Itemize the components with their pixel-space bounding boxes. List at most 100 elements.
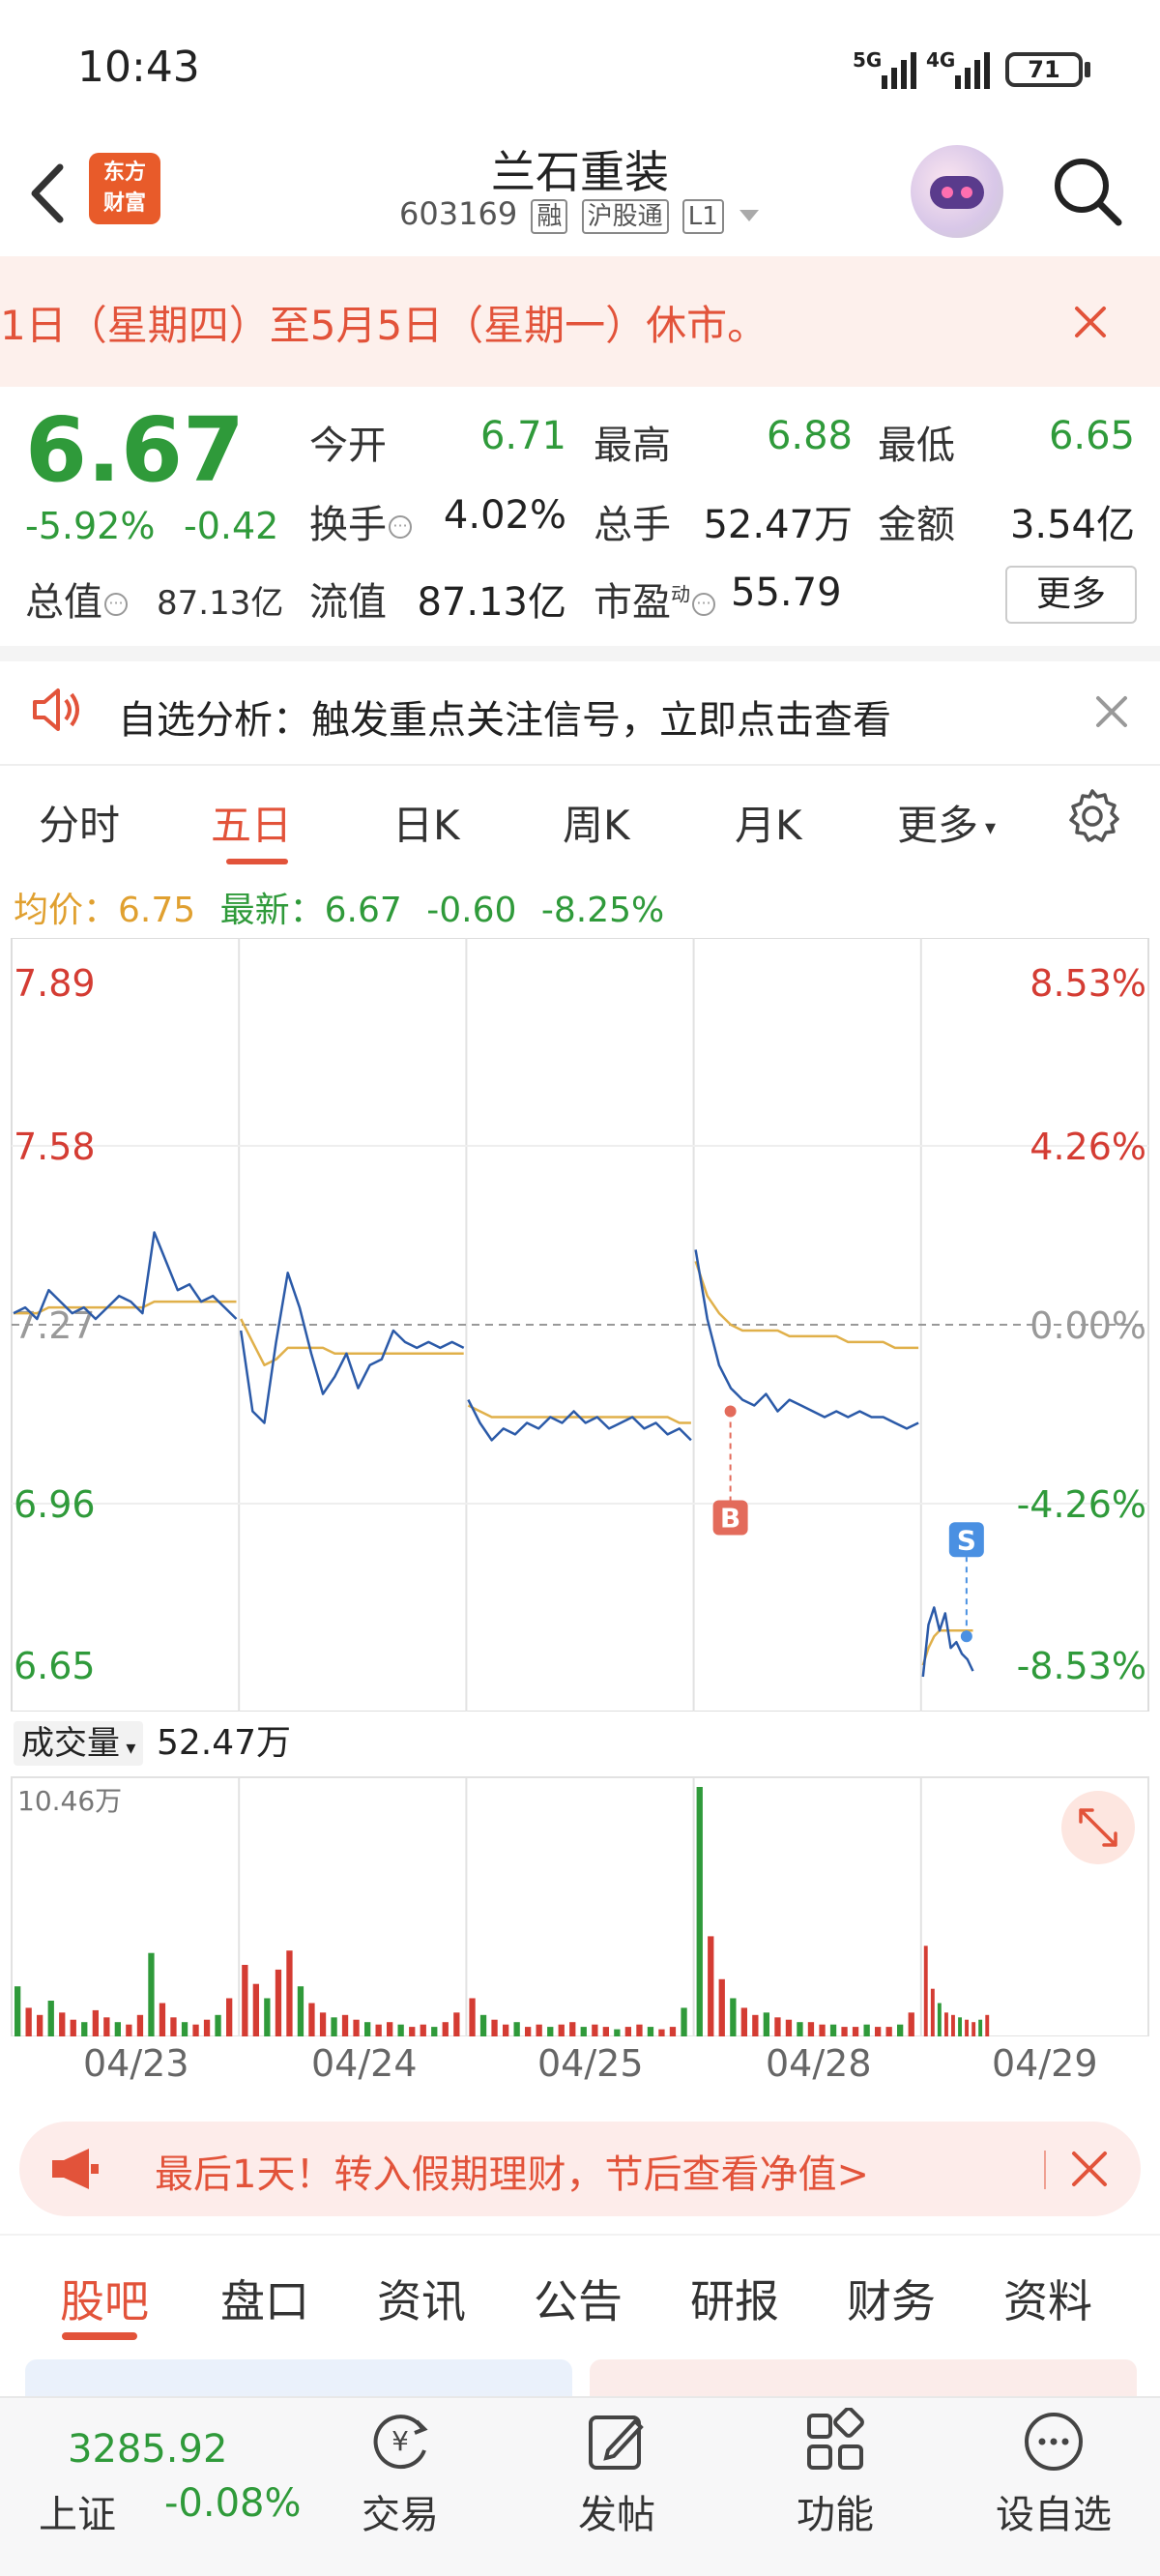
active-tab-indicator — [62, 2332, 137, 2340]
volume-chart[interactable]: 10.46万 — [0, 1775, 1160, 2036]
nav-functions[interactable]: 功能 — [758, 2408, 913, 2562]
y-right-tick: 4.26% — [1030, 1126, 1146, 1168]
stock-code: 603169 — [399, 195, 518, 232]
volume-bar — [14, 1986, 21, 2036]
index-value[interactable]: 3285.92 — [68, 2427, 227, 2472]
date-axis: 04/23 04/24 04/25 04/28 04/29 — [0, 2042, 1160, 2091]
robot-assistant-icon[interactable] — [911, 145, 1003, 238]
close-icon[interactable] — [1063, 295, 1117, 349]
open-label: 今开 — [309, 424, 387, 468]
volume-bar — [681, 2007, 687, 2036]
tab-research[interactable]: 研报 — [690, 2267, 779, 2330]
volume-bar — [785, 2019, 793, 2036]
tab-news[interactable]: 资讯 — [377, 2267, 466, 2330]
volume-bar — [47, 2001, 54, 2036]
volume-bar — [763, 2012, 769, 2036]
volume-bar — [829, 2024, 837, 2036]
volume-bar — [215, 2014, 221, 2036]
tab-financials[interactable]: 财务 — [847, 2267, 936, 2330]
price-line — [467, 1399, 692, 1442]
tab-five-day[interactable]: 五日 — [211, 793, 292, 852]
volume-bar — [718, 1978, 725, 2036]
active-tab-indicator — [226, 859, 288, 864]
volume-bar — [536, 2024, 542, 2036]
y-right-tick: 8.53% — [1030, 962, 1146, 1005]
volume-bar — [592, 2024, 598, 2036]
volume-bar — [503, 2024, 509, 2036]
change-percent: -5.92% — [25, 505, 156, 547]
tab-announcements[interactable]: 公告 — [534, 2267, 623, 2330]
volume-bar — [513, 2022, 520, 2036]
volume-bar — [708, 1936, 714, 2036]
last-value: 6.67 — [324, 891, 402, 930]
five-day-price-chart[interactable]: 7.89 8.53% 7.58 4.26% 7.27 0.00% 6.96 -4.26% 6.6… — [0, 938, 1160, 1712]
tab-monthly-k[interactable]: 月K — [735, 793, 802, 852]
more-quote-button[interactable]: 更多 — [1005, 566, 1137, 624]
content-card-peek[interactable] — [590, 2359, 1137, 2398]
volume-bar — [923, 1946, 928, 2036]
tab-daily-k[interactable]: 日K — [392, 793, 460, 852]
avg-price-line — [694, 1260, 919, 1350]
tab-weekly-k[interactable]: 周K — [563, 793, 630, 852]
marker-dot — [724, 1405, 737, 1418]
promo-banner[interactable]: 最后1天！转入假期理财，节后查看净值> — [19, 2122, 1141, 2216]
volume-selector[interactable]: 成交量 ▾ — [14, 1721, 144, 1766]
close-icon[interactable] — [1069, 2149, 1110, 2189]
tab-orderbook[interactable]: 盘口 — [220, 2267, 309, 2330]
volume-bar — [70, 2019, 76, 2036]
volume-bar — [81, 2022, 88, 2036]
volume-bar — [752, 2014, 759, 2036]
avg-label: 均价： — [14, 891, 119, 930]
index-name[interactable]: 上证 — [39, 2483, 116, 2539]
volume-bar — [442, 2022, 449, 2036]
volume-bar — [863, 2024, 870, 2036]
info-icon[interactable]: ··· — [692, 593, 715, 616]
volume-bar — [264, 1998, 271, 2036]
date-label: 04/23 — [83, 2042, 189, 2085]
section-tabs: 股吧 盘口 资讯 公告 研报 财务 资料 — [0, 2234, 1160, 2350]
search-icon[interactable] — [1049, 153, 1126, 230]
volume-bar — [59, 2012, 66, 2036]
volume-bar — [897, 2024, 904, 2036]
trade-icon: ¥ — [373, 2415, 428, 2470]
volume-bar — [341, 2014, 349, 2036]
info-icon[interactable]: ··· — [104, 593, 128, 616]
volume-bar — [192, 2024, 199, 2036]
volume-value: 52.47万 — [703, 503, 853, 547]
volume-bar — [951, 2014, 955, 2036]
avg-price-line — [467, 1404, 691, 1424]
nav-add-watchlist[interactable]: 设自选 — [976, 2408, 1131, 2562]
volume-bar — [841, 2027, 848, 2036]
index-change[interactable]: -0.08% — [164, 2481, 302, 2526]
logo-line2: 财富 — [102, 191, 146, 216]
tab-intraday[interactable]: 分时 — [39, 793, 120, 852]
mktcap-label: 总值 ··· — [25, 571, 128, 627]
date-label: 04/29 — [992, 2042, 1098, 2085]
volume-bar — [136, 2014, 144, 2036]
volume-bar — [286, 1950, 293, 2036]
nav-trade[interactable]: ¥ 交易 — [323, 2408, 478, 2562]
tab-forum[interactable]: 股吧 — [60, 2267, 149, 2330]
tab-more[interactable]: 更多 ▾ — [897, 793, 996, 852]
volume-bar — [203, 2019, 211, 2036]
expand-icon[interactable] — [1061, 1791, 1135, 1864]
volume-bar — [569, 2022, 576, 2036]
content-card-peek[interactable] — [25, 2359, 572, 2398]
close-icon[interactable] — [1092, 692, 1131, 731]
gear-icon[interactable] — [1063, 787, 1121, 845]
analysis-bar[interactable]: 自选分析：触发重点关注信号，立即点击查看 — [0, 646, 1160, 762]
marker-label: B — [720, 1503, 740, 1535]
nav-post[interactable]: 发帖 — [539, 2408, 694, 2562]
back-icon[interactable] — [19, 160, 77, 227]
volume-bar — [696, 1787, 703, 2036]
y-right-tick: -8.53% — [1017, 1645, 1146, 1687]
volume-bar — [740, 2007, 747, 2036]
volume-bar — [624, 2027, 631, 2036]
tag-level: L1 — [682, 199, 724, 234]
tab-profile[interactable]: 资料 — [1003, 2267, 1092, 2330]
tag-connect: 沪股通 — [581, 199, 669, 234]
volume-bar — [819, 2024, 826, 2036]
grid-icon — [807, 2408, 864, 2470]
marker-label: S — [957, 1524, 976, 1556]
info-icon[interactable]: ··· — [389, 515, 412, 539]
